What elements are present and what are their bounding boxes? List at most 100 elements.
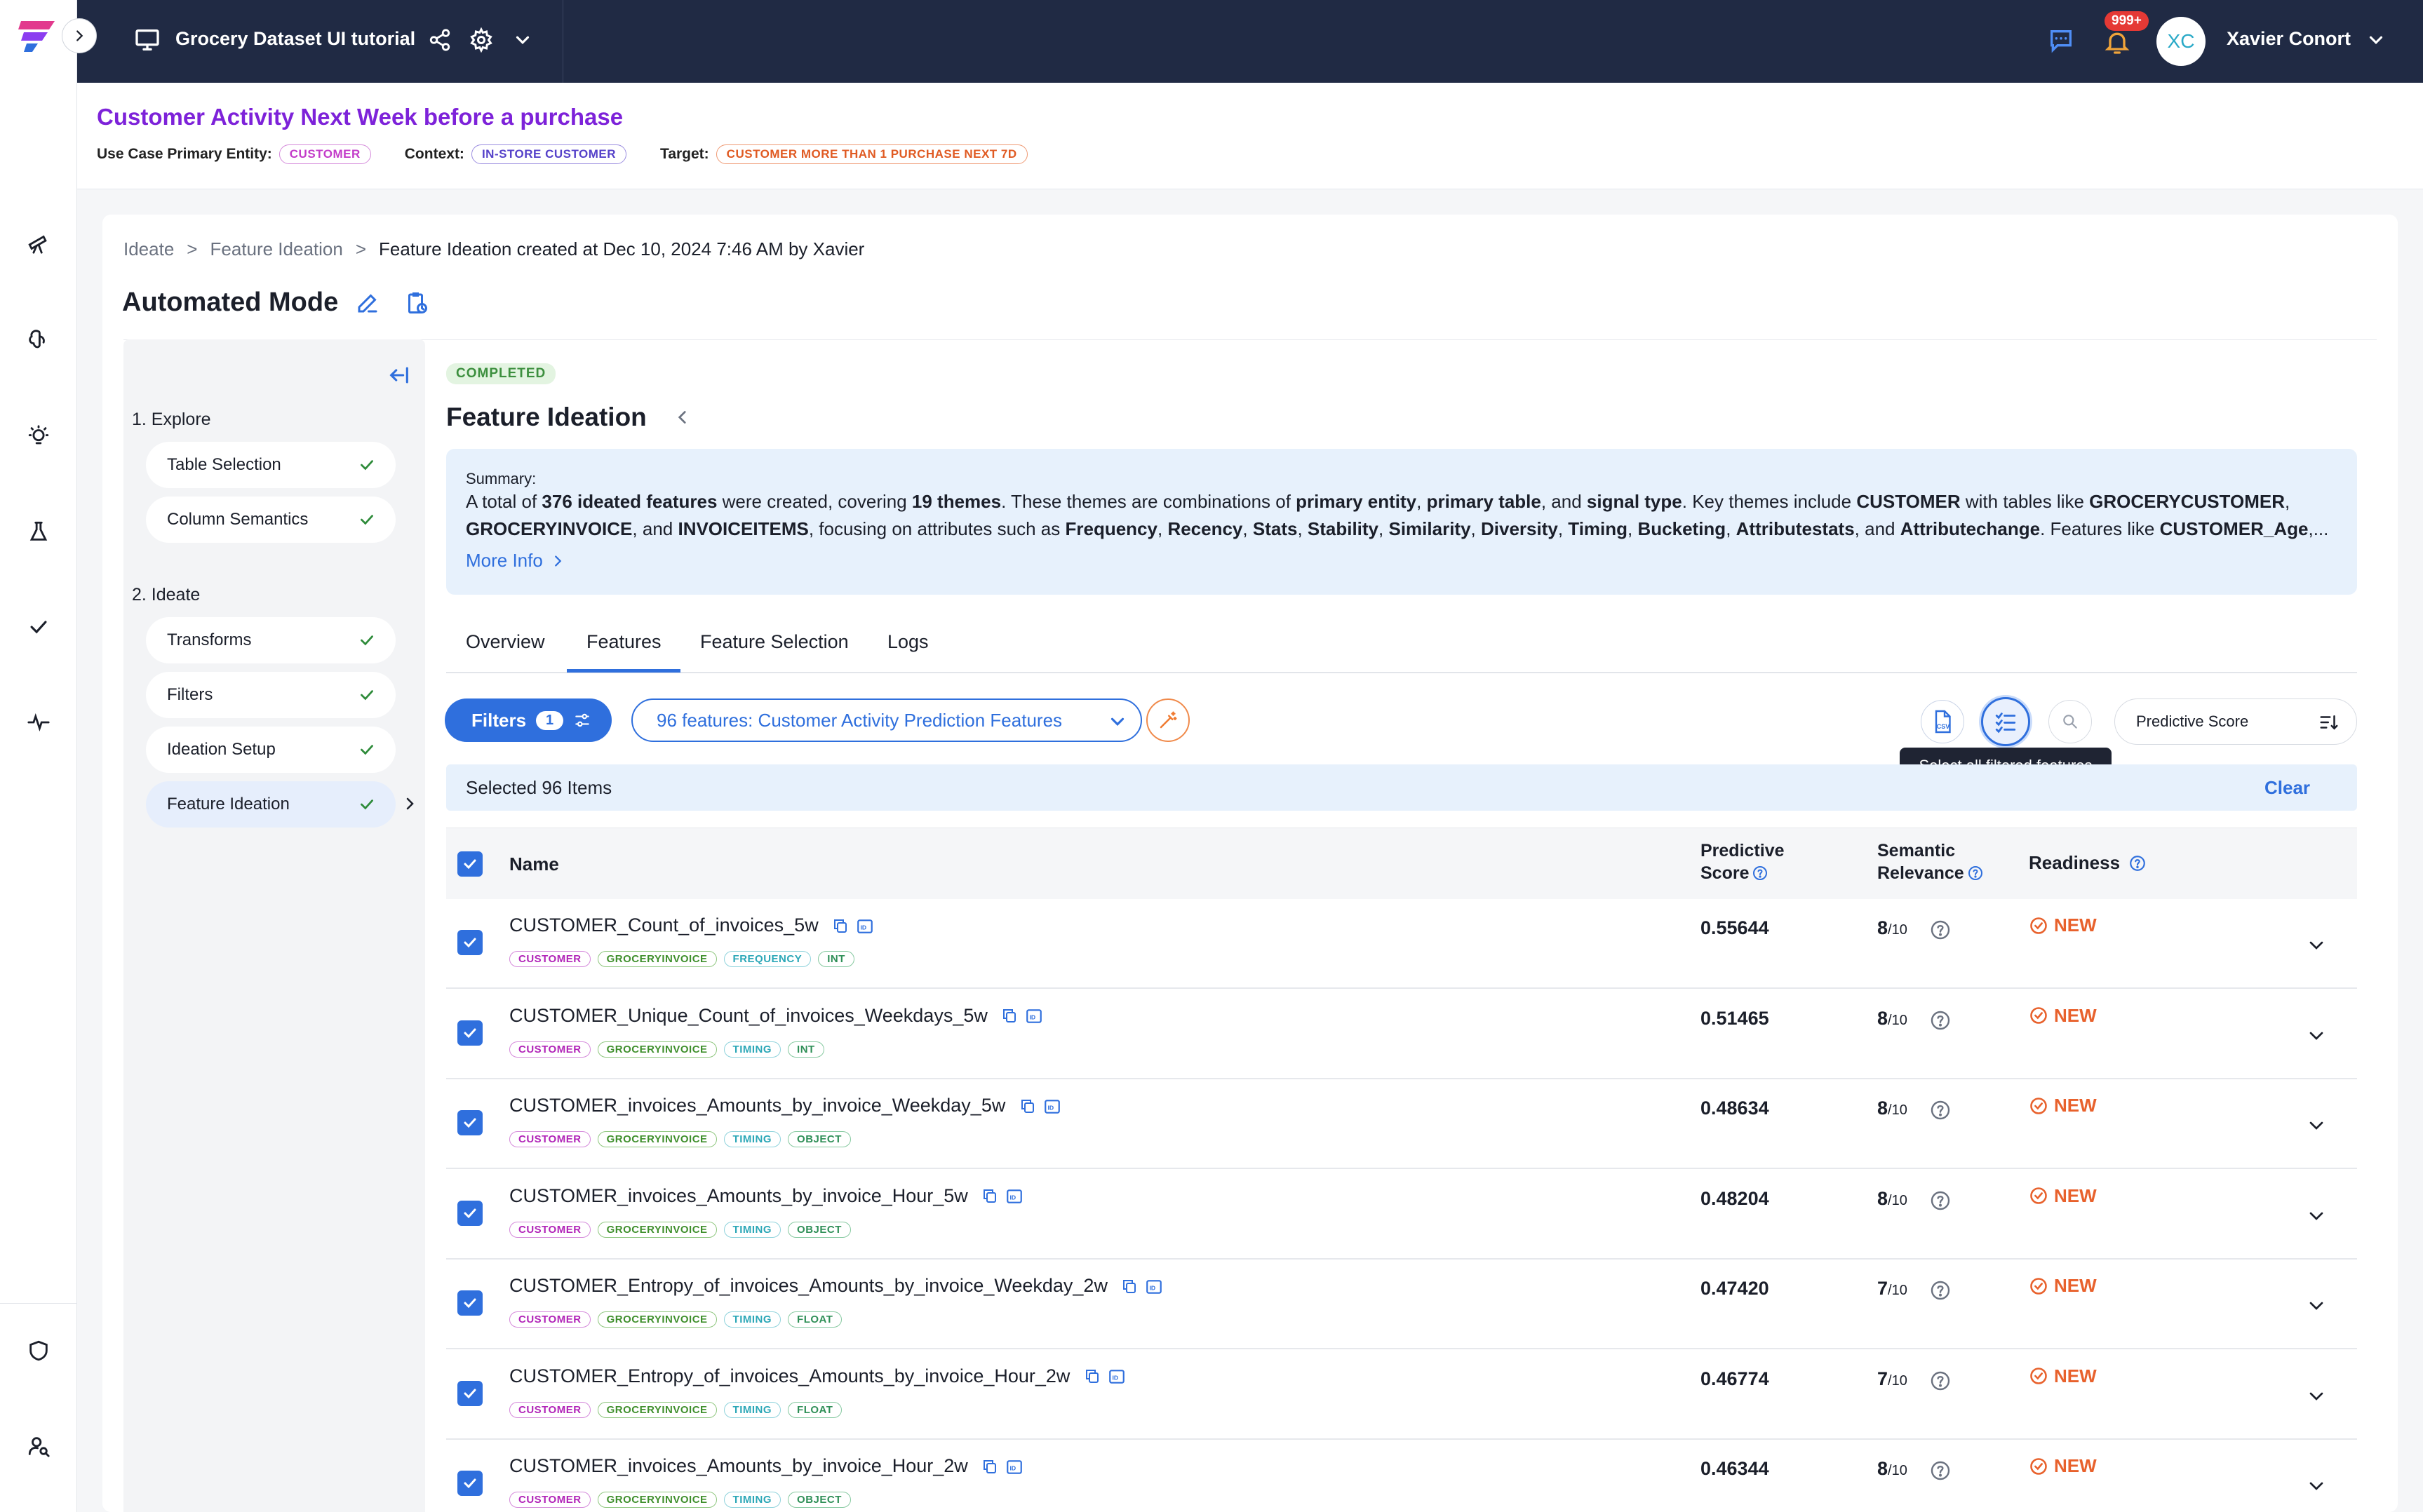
- column-header-semantic-relevance[interactable]: Semantic Relevance: [1877, 839, 1984, 884]
- feature-tag[interactable]: CUSTOMER: [509, 951, 591, 967]
- feature-list-select[interactable]: 96 features: Customer Activity Predictio…: [631, 698, 1142, 742]
- expand-row-chevron-icon[interactable]: [2305, 934, 2328, 957]
- feature-tag[interactable]: CUSTOMER: [509, 1041, 591, 1058]
- feature-tag[interactable]: GROCERYINVOICE: [597, 1492, 717, 1508]
- table-row[interactable]: CUSTOMER_Count_of_invoices_5w ID CUSTOME…: [446, 899, 2357, 989]
- table-row[interactable]: CUSTOMER_Entropy_of_invoices_Amounts_by_…: [446, 1260, 2357, 1349]
- tab-logs[interactable]: Logs: [887, 631, 929, 653]
- chevron-down-icon[interactable]: [512, 29, 533, 50]
- id-card-icon[interactable]: ID: [1005, 1187, 1023, 1206]
- step-feature-ideation[interactable]: Feature Ideation: [146, 781, 396, 828]
- feature-name[interactable]: CUSTOMER_invoices_Amounts_by_invoice_Wee…: [509, 1095, 1005, 1116]
- brain-icon[interactable]: [23, 324, 54, 355]
- expand-row-chevron-icon[interactable]: [2305, 1205, 2328, 1227]
- feature-tag[interactable]: FLOAT: [788, 1311, 843, 1328]
- csv-download-button[interactable]: CSV: [1921, 700, 1964, 743]
- step-filters[interactable]: Filters: [146, 672, 396, 718]
- settings-icon[interactable]: [469, 27, 494, 53]
- expand-row-chevron-icon[interactable]: [2305, 1475, 2328, 1497]
- breadcrumb-ideate[interactable]: Ideate: [123, 238, 174, 260]
- help-icon[interactable]: [1929, 1370, 1952, 1392]
- project-title[interactable]: Grocery Dataset UI tutorial: [175, 28, 415, 50]
- feature-name[interactable]: CUSTOMER_invoices_Amounts_by_invoice_Hou…: [509, 1185, 968, 1206]
- help-icon[interactable]: [1929, 1189, 1952, 1212]
- feature-name[interactable]: CUSTOMER_Entropy_of_invoices_Amounts_by_…: [509, 1275, 1108, 1296]
- edit-icon[interactable]: [355, 290, 380, 316]
- step-table-selection[interactable]: Table Selection: [146, 442, 396, 488]
- table-row[interactable]: CUSTOMER_Unique_Count_of_invoices_Weekda…: [446, 989, 2357, 1079]
- expand-row-chevron-icon[interactable]: [2305, 1295, 2328, 1317]
- avatar[interactable]: XC: [2156, 17, 2206, 66]
- user-search-icon[interactable]: [23, 1431, 54, 1462]
- id-card-icon[interactable]: ID: [1005, 1458, 1023, 1476]
- column-header-predictive-score[interactable]: Predictive Score: [1700, 839, 1785, 884]
- feature-name[interactable]: CUSTOMER_Unique_Count_of_invoices_Weekda…: [509, 1005, 988, 1026]
- row-checkbox[interactable]: [457, 1200, 483, 1226]
- copy-icon[interactable]: [1084, 1368, 1101, 1386]
- id-card-icon[interactable]: ID: [1108, 1368, 1126, 1386]
- help-icon[interactable]: [1929, 1279, 1952, 1302]
- row-checkbox[interactable]: [457, 1290, 483, 1316]
- id-card-icon[interactable]: ID: [1043, 1098, 1061, 1116]
- shield-icon[interactable]: [23, 1335, 54, 1366]
- table-row[interactable]: CUSTOMER_invoices_Amounts_by_invoice_Wee…: [446, 1079, 2357, 1169]
- primary-entity-pill[interactable]: CUSTOMER: [278, 144, 371, 164]
- user-menu-chevron-icon[interactable]: [2365, 29, 2387, 50]
- feature-name[interactable]: CUSTOMER_invoices_Amounts_by_invoice_Hou…: [509, 1455, 968, 1476]
- row-checkbox[interactable]: [457, 1110, 483, 1135]
- table-row[interactable]: CUSTOMER_Entropy_of_invoices_Amounts_by_…: [446, 1349, 2357, 1440]
- feature-tag[interactable]: CUSTOMER: [509, 1311, 591, 1328]
- target-pill[interactable]: CUSTOMER MORE THAN 1 PURCHASE NEXT 7D: [716, 144, 1028, 164]
- feature-tag[interactable]: GROCERYINVOICE: [597, 1311, 717, 1328]
- id-card-icon[interactable]: ID: [1145, 1278, 1163, 1296]
- column-header-name[interactable]: Name: [509, 853, 559, 875]
- sort-select[interactable]: Predictive Score: [2114, 698, 2357, 745]
- row-checkbox[interactable]: [457, 930, 483, 955]
- breadcrumb-feature-ideation[interactable]: Feature Ideation: [210, 238, 342, 260]
- help-icon[interactable]: [1752, 865, 1768, 882]
- copy-icon[interactable]: [981, 1187, 998, 1206]
- search-button[interactable]: [2048, 700, 2092, 743]
- feature-tag[interactable]: FLOAT: [788, 1401, 843, 1418]
- row-checkbox[interactable]: [457, 1380, 483, 1406]
- id-card-icon[interactable]: ID: [1025, 1007, 1043, 1025]
- column-header-readiness[interactable]: Readiness: [2029, 852, 2147, 874]
- feature-tag[interactable]: TIMING: [723, 1041, 781, 1058]
- more-info-link[interactable]: More Info: [466, 550, 565, 572]
- expand-row-chevron-icon[interactable]: [2305, 1385, 2328, 1408]
- copy-icon[interactable]: [981, 1458, 998, 1476]
- feature-tag[interactable]: INT: [788, 1041, 824, 1058]
- feature-tag[interactable]: TIMING: [723, 1401, 781, 1418]
- pulse-icon[interactable]: [23, 707, 54, 738]
- id-card-icon[interactable]: ID: [856, 917, 874, 936]
- feature-name[interactable]: CUSTOMER_Entropy_of_invoices_Amounts_by_…: [509, 1365, 1070, 1386]
- expand-rail-button[interactable]: [62, 18, 97, 53]
- feature-tag[interactable]: TIMING: [723, 1311, 781, 1328]
- feature-tag[interactable]: INT: [818, 951, 854, 967]
- collapse-sidebar-icon[interactable]: [387, 363, 411, 387]
- context-pill[interactable]: IN-STORE CUSTOMER: [471, 144, 627, 164]
- step-transforms[interactable]: Transforms: [146, 617, 396, 663]
- feature-tag[interactable]: GROCERYINVOICE: [597, 1041, 717, 1058]
- select-all-filtered-button[interactable]: [1981, 697, 2030, 746]
- select-all-checkbox[interactable]: [457, 851, 483, 877]
- feature-name[interactable]: CUSTOMER_Count_of_invoices_5w: [509, 914, 819, 936]
- bell-icon[interactable]: [2103, 28, 2131, 56]
- share-icon[interactable]: [428, 28, 452, 52]
- copy-icon[interactable]: [1019, 1098, 1036, 1116]
- tab-features[interactable]: Features: [586, 631, 662, 653]
- feature-tag[interactable]: CUSTOMER: [509, 1221, 591, 1238]
- tab-overview[interactable]: Overview: [466, 631, 545, 653]
- help-icon[interactable]: [2128, 854, 2147, 872]
- chevron-left-icon[interactable]: [673, 408, 692, 426]
- feature-tag[interactable]: GROCERYINVOICE: [597, 1131, 717, 1147]
- user-name[interactable]: Xavier Conort: [2227, 28, 2351, 50]
- feature-tag[interactable]: FREQUENCY: [723, 951, 812, 967]
- feature-tag[interactable]: CUSTOMER: [509, 1131, 591, 1147]
- app-logo[interactable]: [15, 15, 58, 58]
- feature-tag[interactable]: OBJECT: [788, 1221, 851, 1238]
- help-icon[interactable]: [1929, 1009, 1952, 1032]
- table-row[interactable]: CUSTOMER_invoices_Amounts_by_invoice_Hou…: [446, 1169, 2357, 1260]
- flask-icon[interactable]: [23, 516, 54, 547]
- step-column-semantics[interactable]: Column Semantics: [146, 497, 396, 543]
